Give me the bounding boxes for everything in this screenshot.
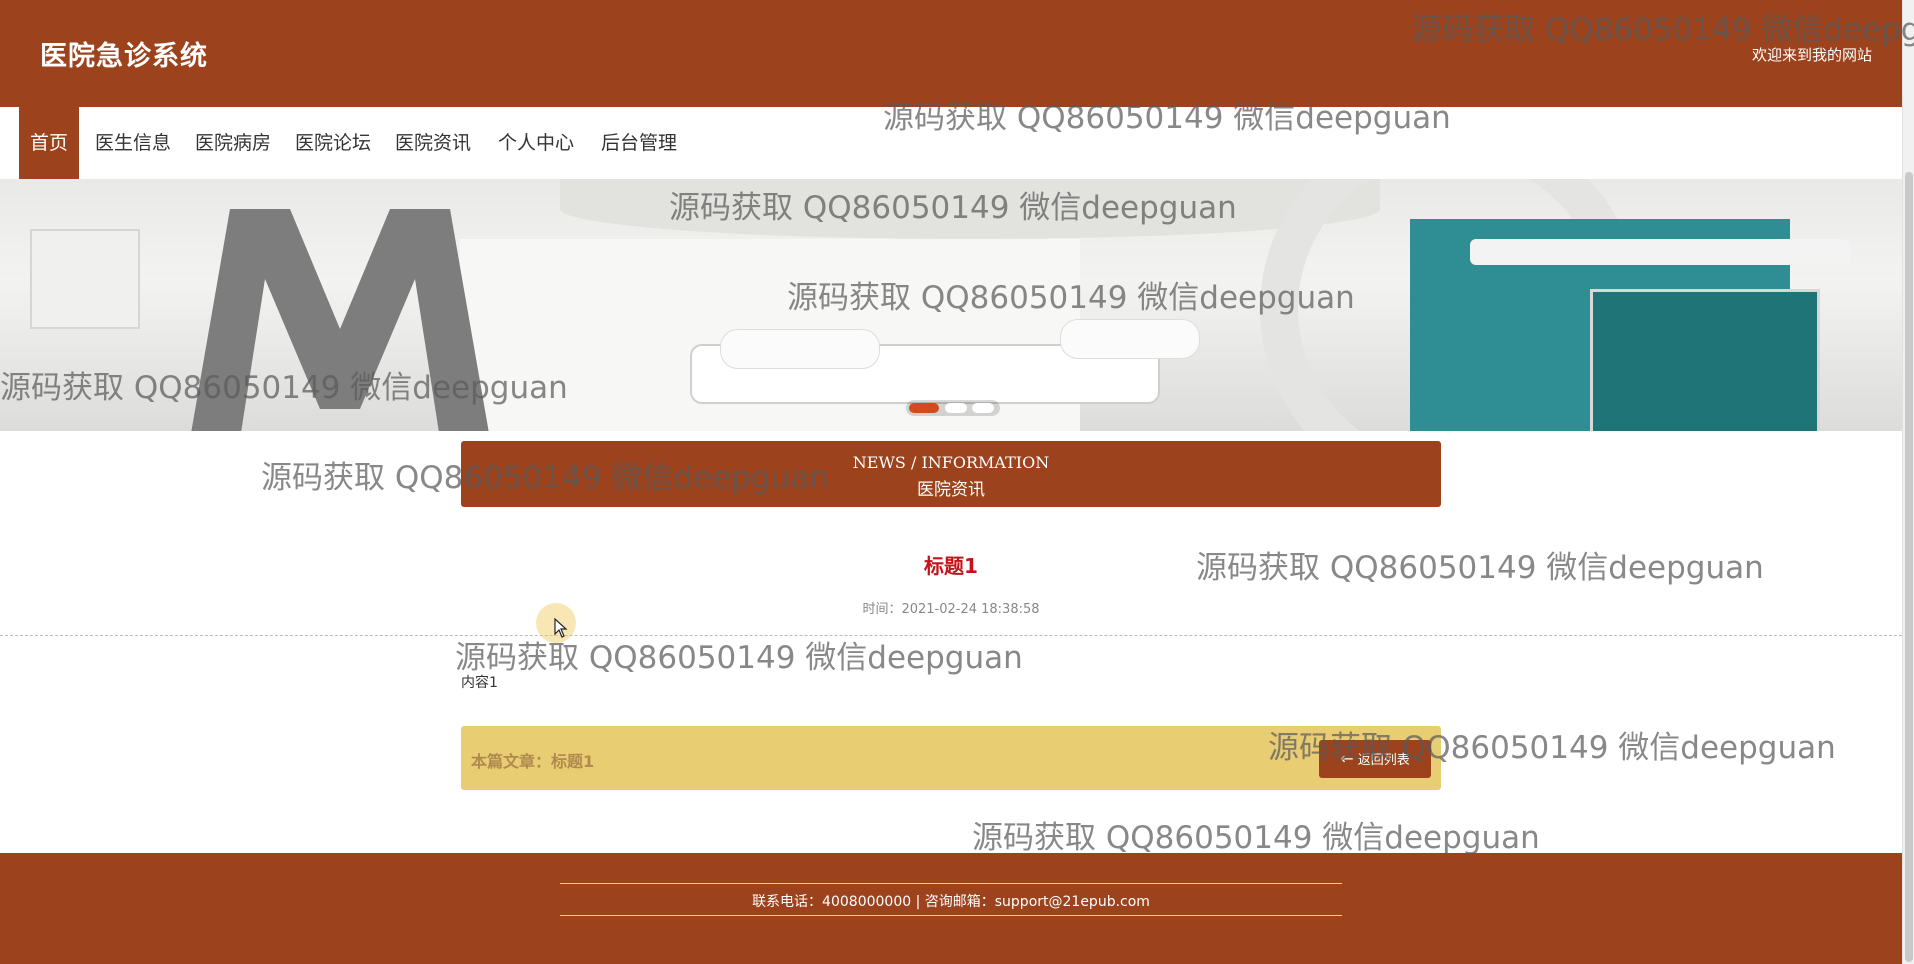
watermark: 源码获取 QQ86050149 微信deepguan [1268,730,1836,766]
watermark: 源码获取 QQ86050149 微信deepguan [883,100,1451,136]
banner-monitor [1590,289,1820,431]
scrollbar-thumb[interactable] [1905,172,1913,962]
banner-wall-panel [30,229,140,329]
carousel-dot-3[interactable] [972,403,994,413]
banner-towel [720,329,880,369]
nav-item-wards[interactable]: 医院病房 [184,107,282,179]
watermark: 源码获取 QQ86050149 微信deepguan [1411,12,1914,48]
watermark: 源码获取 QQ86050149 微信deepguan [0,370,568,406]
mouse-cursor-icon [554,618,568,638]
article-time: 时间：2021-02-24 18:38:58 [862,602,1040,617]
page-scrollbar[interactable] [1902,0,1914,964]
page: 医院急诊系统 欢迎来到我的网站 首页 医生信息 医院病房 医院论坛 医院资讯 个… [0,0,1914,964]
current-article-label: 本篇文章：标题1 [471,752,595,771]
nav-item-doctors[interactable]: 医生信息 [84,107,182,179]
watermark: 源码获取 QQ86050149 微信deepguan [669,190,1237,226]
nav-item-news[interactable]: 医院资讯 [384,107,482,179]
watermark: 源码获取 QQ86050149 微信deepguan [261,460,829,496]
nav-item-profile[interactable]: 个人中心 [487,107,585,179]
footer-divider-top [560,883,1342,884]
carousel-dot-2[interactable] [945,403,967,413]
watermark: 源码获取 QQ86050149 微信deepguan [787,280,1355,316]
watermark: 源码获取 QQ86050149 微信deepguan [972,820,1540,856]
footer: 联系电话：4008000000 | 咨询邮箱：support@21epub.co… [0,853,1902,964]
nav-item-admin[interactable]: 后台管理 [590,107,688,179]
nav-item-home[interactable]: 首页 [19,107,80,179]
watermark: 源码获取 QQ86050149 微信deepguan [1196,550,1764,586]
banner-pillow [1060,319,1200,359]
watermark: 源码获取 QQ86050149 微信deepguan [455,640,1023,676]
footer-contact: 联系电话：4008000000 | 咨询邮箱：support@21epub.co… [752,894,1150,910]
site-title[interactable]: 医院急诊系统 [40,34,208,73]
banner-equipment-arm [1470,239,1850,265]
footer-divider-bottom [560,915,1342,916]
carousel-dot-1[interactable] [909,403,939,413]
nav-item-forum[interactable]: 医院论坛 [284,107,382,179]
